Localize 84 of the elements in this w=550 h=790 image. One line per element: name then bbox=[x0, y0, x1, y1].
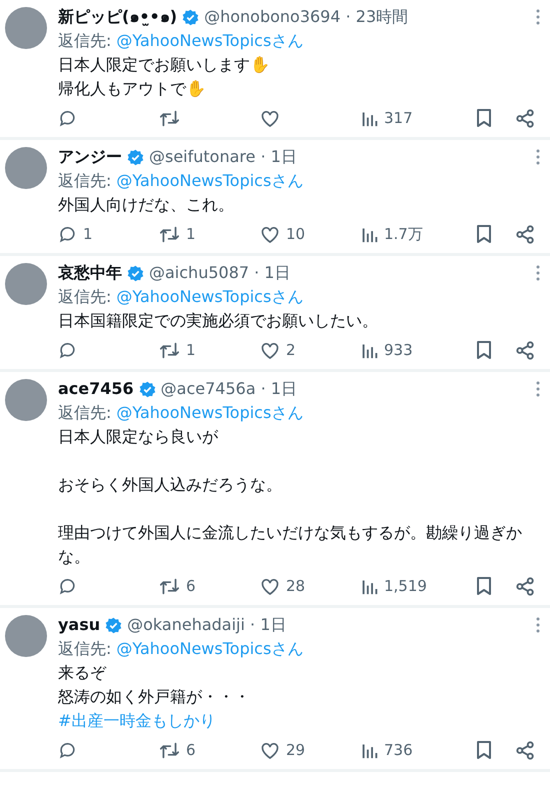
avatar[interactable] bbox=[5, 263, 47, 305]
share-icon[interactable] bbox=[516, 740, 535, 760]
share-icon[interactable] bbox=[516, 576, 535, 596]
bookmark-icon[interactable] bbox=[476, 340, 492, 360]
bookmark-icon[interactable] bbox=[476, 108, 492, 128]
heart-icon[interactable] bbox=[260, 340, 280, 360]
tweet-text: 来るぞ bbox=[58, 662, 108, 684]
avatar[interactable] bbox=[5, 615, 47, 657]
views-count: 736 bbox=[384, 740, 413, 761]
reply-to-link[interactable]: @YahooNewsTopicsさん bbox=[116, 29, 304, 53]
reply-to-link[interactable]: @YahooNewsTopicsさん bbox=[116, 169, 304, 193]
reply-to-label: 返信先: bbox=[58, 638, 112, 660]
reply-to-label: 返信先: bbox=[58, 170, 112, 192]
retweet-count: 1 bbox=[186, 224, 196, 245]
user-name[interactable]: yasu bbox=[58, 613, 100, 637]
user-handle-time: @okanehadaiji · 1日 bbox=[127, 614, 286, 636]
tweet-text: 外国人向けだな、これ。 bbox=[58, 194, 235, 216]
more-options-icon[interactable] bbox=[536, 381, 540, 397]
reply-icon[interactable] bbox=[58, 740, 77, 760]
reply-to-link[interactable]: @YahooNewsTopicsさん bbox=[116, 401, 304, 425]
more-options-icon[interactable] bbox=[536, 9, 540, 25]
avatar[interactable] bbox=[5, 147, 47, 189]
bar-chart-icon[interactable] bbox=[361, 578, 378, 594]
repost-icon[interactable] bbox=[159, 340, 180, 360]
share-icon[interactable] bbox=[516, 224, 535, 244]
user-name[interactable]: 新ピッピ(๑•̫•๑) bbox=[58, 5, 178, 29]
user-handle-time: @honobono3694 · 23時間 bbox=[204, 6, 408, 28]
like-count: 28 bbox=[286, 576, 306, 597]
repost-icon[interactable] bbox=[159, 576, 180, 596]
reply-to-link[interactable]: @YahooNewsTopicsさん bbox=[116, 285, 304, 309]
bar-chart-icon[interactable] bbox=[361, 742, 378, 758]
avatar[interactable] bbox=[5, 379, 47, 421]
user-name[interactable]: ace7456 bbox=[58, 377, 134, 401]
views-count: 933 bbox=[384, 340, 413, 361]
user-name[interactable]: 哀愁中年 bbox=[58, 261, 122, 285]
views-count: 1,519 bbox=[384, 576, 427, 597]
user-handle-time: @aichu5087 · 1日 bbox=[149, 262, 290, 284]
user-handle-time: @ace7456a · 1日 bbox=[160, 378, 298, 400]
share-icon[interactable] bbox=[516, 108, 535, 128]
tweet-text: 日本人限定なら良いが bbox=[58, 426, 220, 448]
like-count: 2 bbox=[286, 340, 296, 361]
reply-to-label: 返信先: bbox=[58, 30, 112, 52]
tweet-text: おそらく外国人込みだろうな。 bbox=[58, 474, 283, 496]
retweet-count: 6 bbox=[186, 740, 196, 761]
more-options-icon[interactable] bbox=[536, 149, 540, 165]
repost-icon[interactable] bbox=[159, 108, 180, 128]
tweet-text: 日本人限定でお願いします✋ bbox=[58, 54, 271, 76]
repost-icon[interactable] bbox=[159, 224, 180, 244]
reply-to-label: 返信先: bbox=[58, 402, 112, 424]
heart-icon[interactable] bbox=[260, 108, 280, 128]
heart-icon[interactable] bbox=[260, 576, 280, 596]
share-icon[interactable] bbox=[516, 340, 535, 360]
user-name[interactable]: アンジー bbox=[58, 145, 122, 169]
tweet-text: 理由つけて外国人に金流したいだけな気もするが。勘繰り過ぎかな。 bbox=[58, 522, 523, 568]
bar-chart-icon[interactable] bbox=[361, 110, 378, 126]
bookmark-icon[interactable] bbox=[476, 224, 492, 244]
reply-icon[interactable] bbox=[58, 108, 77, 128]
avatar[interactable] bbox=[5, 7, 47, 49]
bookmark-icon[interactable] bbox=[476, 740, 492, 760]
retweet-count: 6 bbox=[186, 576, 196, 597]
user-handle-time: @seifutonare · 1日 bbox=[149, 146, 297, 168]
bar-chart-icon[interactable] bbox=[361, 342, 378, 358]
retweet-count: 1 bbox=[186, 340, 196, 361]
tweet-text: 日本国籍限定での実施必須でお願いしたい。 bbox=[58, 310, 379, 332]
hashtag-link[interactable]: #出産一時金もしかり bbox=[58, 711, 216, 730]
reply-count: 1 bbox=[83, 224, 93, 245]
heart-icon[interactable] bbox=[260, 224, 280, 244]
reply-to-label: 返信先: bbox=[58, 286, 112, 308]
reply-to-link[interactable]: @YahooNewsTopicsさん bbox=[116, 637, 304, 661]
more-options-icon[interactable] bbox=[536, 617, 540, 633]
reply-icon[interactable] bbox=[58, 576, 77, 596]
like-count: 29 bbox=[286, 740, 306, 761]
more-options-icon[interactable] bbox=[536, 265, 540, 281]
bar-chart-icon[interactable] bbox=[361, 226, 378, 242]
reply-icon[interactable] bbox=[58, 340, 77, 360]
tweet-text: 怒涛の如く外戸籍が・・・ bbox=[58, 686, 251, 708]
heart-icon[interactable] bbox=[260, 740, 280, 760]
views-count: 1.7万 bbox=[384, 224, 423, 245]
tweet-text: 帰化人もアウトで✋ bbox=[58, 78, 207, 100]
reply-icon[interactable] bbox=[58, 224, 77, 244]
bookmark-icon[interactable] bbox=[476, 576, 492, 596]
views-count: 317 bbox=[384, 108, 413, 129]
repost-icon[interactable] bbox=[159, 740, 180, 760]
like-count: 10 bbox=[286, 224, 306, 245]
